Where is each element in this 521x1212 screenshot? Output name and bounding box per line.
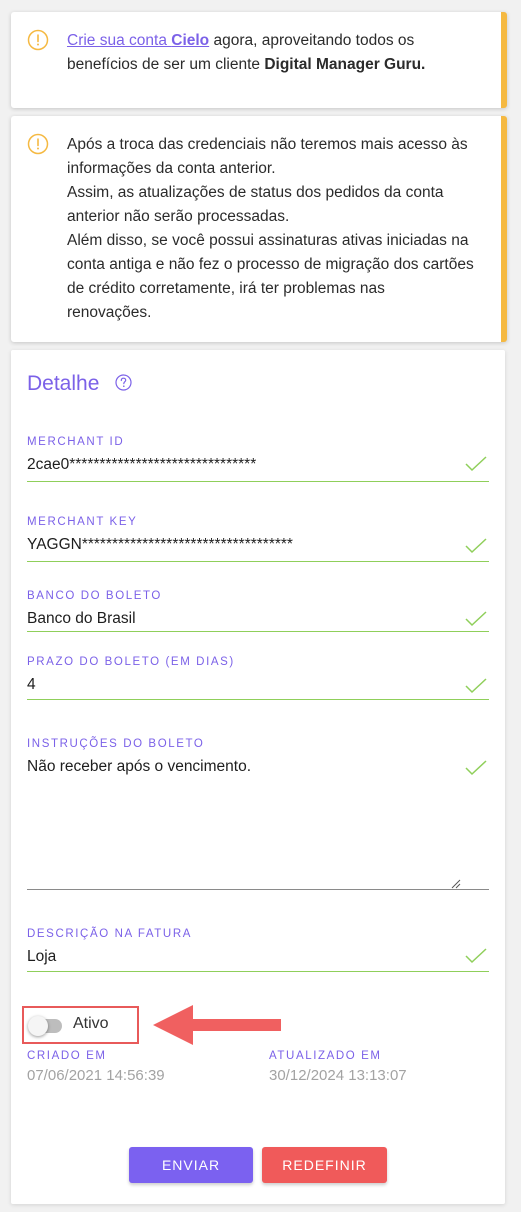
- check-icon: [465, 538, 487, 554]
- check-icon: [465, 611, 487, 627]
- active-toggle[interactable]: [28, 1016, 62, 1036]
- field-label: MERCHANT ID: [27, 436, 125, 448]
- instrucoes-boleto-field[interactable]: INSTRUÇÕES DO BOLETO Não receber após o …: [27, 738, 489, 780]
- prazo-boleto-input[interactable]: 4: [27, 676, 489, 698]
- info-alert-cielo: Crie sua conta Cielo agora, aproveitando…: [11, 12, 507, 108]
- send-button[interactable]: ENVIAR: [129, 1147, 253, 1183]
- field-underline: [27, 561, 489, 562]
- banco-boleto-input[interactable]: Banco do Brasil: [27, 610, 489, 632]
- warning-icon: [27, 133, 49, 155]
- reset-button[interactable]: REDEFINIR: [262, 1147, 387, 1183]
- field-underline: [27, 631, 489, 632]
- resize-handle[interactable]: [451, 879, 461, 889]
- created-at: CRIADO EM 07/06/2021 14:56:39: [27, 1050, 165, 1084]
- field-label: BANCO DO BOLETO: [27, 590, 162, 602]
- created-label: CRIADO EM: [27, 1050, 107, 1062]
- check-icon: [465, 948, 487, 964]
- banco-boleto-field[interactable]: BANCO DO BOLETO Banco do Brasil: [27, 590, 489, 632]
- check-icon: [465, 678, 487, 694]
- merchant-id-input[interactable]: 2cae0*******************************: [27, 456, 489, 478]
- toggle-knob[interactable]: [28, 1016, 48, 1036]
- help-icon[interactable]: [115, 374, 132, 391]
- updated-value: 30/12/2024 13:13:07: [269, 1067, 407, 1084]
- field-label: MERCHANT KEY: [27, 516, 138, 528]
- page-title: Detalhe: [27, 372, 100, 395]
- field-underline: [27, 699, 489, 700]
- field-label: PRAZO DO BOLETO (EM DIAS): [27, 656, 235, 668]
- prazo-boleto-field[interactable]: PRAZO DO BOLETO (EM DIAS) 4: [27, 656, 489, 700]
- check-icon: [465, 760, 487, 776]
- warning-icon: [27, 29, 49, 51]
- alert-text: Crie sua conta Cielo agora, aproveitando…: [67, 32, 426, 73]
- field-underline: [27, 971, 489, 972]
- merchant-key-field[interactable]: MERCHANT KEY YAGGN**********************…: [27, 516, 489, 562]
- instrucoes-boleto-textarea[interactable]: Não receber após o vencimento.: [27, 758, 489, 780]
- field-label: DESCRIÇÃO NA FATURA: [27, 928, 193, 940]
- active-toggle-highlight: Ativo: [22, 1006, 139, 1044]
- create-cielo-account-link[interactable]: Crie sua conta Cielo: [67, 32, 209, 49]
- updated-at: ATUALIZADO EM 30/12/2024 13:13:07: [269, 1050, 407, 1084]
- detail-card: Detalhe MERCHANT ID 2cae0***************…: [11, 350, 505, 1204]
- check-icon: [465, 456, 487, 472]
- alert-text: Após a troca das credenciais não teremos…: [67, 136, 474, 321]
- merchant-id-field[interactable]: MERCHANT ID 2cae0***********************…: [27, 436, 489, 482]
- red-arrow-annotation: [153, 1005, 281, 1045]
- textarea-underline: [27, 889, 489, 890]
- created-value: 07/06/2021 14:56:39: [27, 1067, 165, 1084]
- field-underline: [27, 481, 489, 482]
- merchant-key-input[interactable]: YAGGN***********************************: [27, 536, 489, 558]
- toggle-label: Ativo: [73, 1015, 109, 1032]
- field-label: INSTRUÇÕES DO BOLETO: [27, 738, 205, 750]
- warning-alert-credentials: Após a troca das credenciais não teremos…: [11, 116, 507, 342]
- descricao-fatura-input[interactable]: Loja: [27, 948, 489, 970]
- descricao-fatura-field[interactable]: DESCRIÇÃO NA FATURA Loja: [27, 928, 489, 972]
- updated-label: ATUALIZADO EM: [269, 1050, 382, 1062]
